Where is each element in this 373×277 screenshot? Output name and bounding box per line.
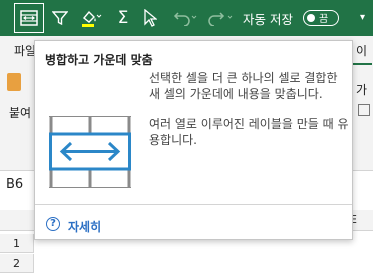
tab-file[interactable]: 파일 <box>14 42 36 59</box>
tooltip-divider <box>35 204 352 205</box>
row-header-1[interactable]: 1 <box>0 234 34 253</box>
row-header-2[interactable]: 2 <box>0 254 34 273</box>
tell-me-more-link[interactable]: 자세히 <box>68 218 101 235</box>
tooltip-merge-center: 병합하고 가운데 맞춤 선택한 셀을 더 큰 하나의 셀로 결합한 새 셀의 가… <box>34 40 353 240</box>
autosave-label: 자동 저장 <box>243 11 293 27</box>
fill-color-icon <box>82 10 102 27</box>
select-cursor-icon <box>144 9 157 27</box>
tooltip-title: 병합하고 가운데 맞춤 <box>45 53 153 67</box>
help-question-icon[interactable]: ? <box>46 217 60 231</box>
redo-button[interactable] <box>204 0 238 36</box>
font-ga-label[interactable]: 가 <box>356 81 367 98</box>
tooltip-desc-1: 선택한 셀을 더 큰 하나의 셀로 결합한 새 셀의 가운데에 내용을 맞춥니다… <box>149 71 338 101</box>
merge-illustration-icon <box>49 116 131 188</box>
toggle-knob <box>307 13 315 22</box>
select-cursor-button[interactable] <box>140 0 160 36</box>
filter-icon <box>52 11 68 26</box>
autosave-state: 끔 <box>319 14 329 25</box>
paste-label[interactable]: 붙여 <box>9 104 31 121</box>
filter-button[interactable] <box>48 0 72 36</box>
redo-icon <box>208 12 233 26</box>
autosave-toggle[interactable]: 끔 <box>303 10 339 26</box>
undo-icon <box>173 12 197 26</box>
tooltip-desc-2: 여러 열로 이루어진 레이블을 만들 때 유용합니다. <box>149 117 349 147</box>
sum-icon: Σ <box>117 8 129 28</box>
merge-center-icon <box>20 10 38 26</box>
merge-center-button[interactable] <box>14 3 44 33</box>
ribbon-small-box-icon[interactable] <box>358 104 370 116</box>
sum-button[interactable]: Σ <box>112 0 134 36</box>
paste-icon[interactable] <box>7 73 21 91</box>
fill-color-button[interactable] <box>76 0 106 36</box>
tab-partial[interactable]: 이 <box>356 42 367 59</box>
undo-button[interactable] <box>168 0 202 36</box>
tooltip-description: 선택한 셀을 더 큰 하나의 셀로 결합한 새 셀의 가운데에 내용을 맞춥니다… <box>149 71 349 163</box>
name-box[interactable]: B6 <box>6 177 30 197</box>
customize-qa-icon[interactable]: ▾ <box>360 12 365 23</box>
